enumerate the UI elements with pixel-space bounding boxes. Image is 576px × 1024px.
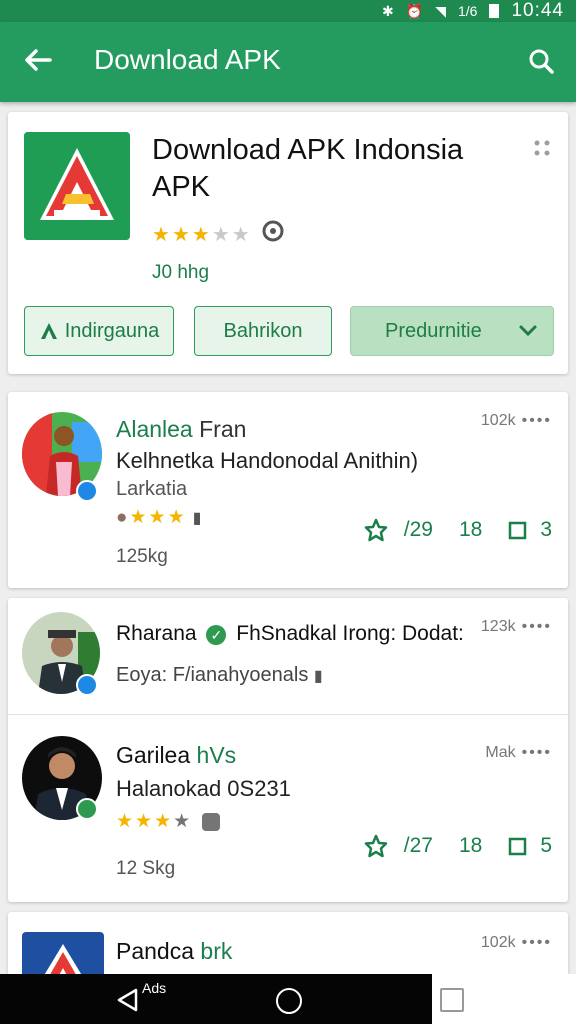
bluetooth-icon: ✱	[382, 2, 394, 19]
star-icon: ★	[116, 811, 134, 832]
item-actions: /27 18 5	[364, 834, 552, 858]
item-meta: 123k ••••	[480, 618, 552, 636]
info-icon[interactable]	[262, 220, 284, 248]
item-size: 12 Skg	[116, 858, 176, 879]
item-name[interactable]: Garilea hVs	[116, 742, 236, 769]
app-header-card: Download APK Indonsia APK ★ ★ ★ ★ ★ J0 h…	[8, 112, 568, 374]
list-card: Rharana ✓ FhSnadkal Irong: Dodat: Eoya: …	[8, 598, 568, 902]
more-options-icon[interactable]: ••••	[522, 618, 552, 636]
item-meta: 102k ••••	[480, 412, 552, 430]
nav-recent-apps-icon[interactable]	[440, 988, 464, 1012]
nav-ads-label: Ads	[142, 980, 167, 996]
star-icon: ★	[171, 223, 190, 246]
user-icon: ●	[116, 506, 128, 528]
dropdown-button[interactable]: Predurnitie	[350, 306, 554, 356]
list-item[interactable]: Alanlea Fran Kelhnetka Handonodal Anithi…	[8, 392, 568, 588]
item-name: Alanlea Fran	[116, 416, 247, 442]
info-icon[interactable]	[202, 812, 221, 831]
verified-badge-icon	[76, 798, 98, 820]
item-subtitle: Kelhnetka Handonodal Anithin)	[116, 448, 419, 473]
star-icon: ★	[167, 507, 185, 528]
share-icon	[509, 837, 527, 856]
status-icons: ✱ ⏰ ◥ 1/6 10:44	[382, 0, 564, 22]
item-category: Larkatia	[116, 478, 188, 500]
item-subtitle: Eoya: F/ianahyoenals ▮	[116, 664, 323, 686]
secondary-button[interactable]: Bahrikon	[194, 306, 332, 356]
star-empty-icon: ★	[211, 223, 230, 246]
item-subtitle: Halanokad 0S231	[116, 776, 291, 801]
app-logo-icon	[24, 132, 130, 240]
verified-badge-icon	[76, 674, 98, 696]
like-button[interactable]: /27	[364, 834, 433, 858]
item-size: 125kg	[116, 546, 168, 567]
comment-count: 18	[458, 518, 483, 541]
rating-stars: ● ★ ★ ★ ▮	[116, 506, 201, 529]
star-outline-icon	[364, 834, 387, 858]
star-icon: ★	[152, 223, 170, 246]
status-bar: ✱ ⏰ ◥ 1/6 10:44	[0, 0, 576, 22]
alarm-icon: ⏰	[405, 2, 424, 19]
battery-icon	[489, 4, 500, 18]
share-button[interactable]: 5	[508, 834, 552, 858]
primary-button[interactable]: Indirgauna	[24, 306, 174, 356]
more-options-icon[interactable]: ••••	[522, 412, 552, 430]
star-icon: ★	[191, 223, 210, 246]
share-button[interactable]: 3	[508, 518, 552, 542]
item-meta: 102k ••••	[480, 934, 552, 952]
verified-badge-icon	[76, 480, 98, 502]
app-bar: Download APK	[0, 22, 576, 102]
star-icon: ★	[135, 811, 153, 832]
status-time: 10:44	[511, 0, 564, 21]
star-empty-icon: ★	[231, 223, 250, 246]
rating-stars: ★ ★ ★ ★	[116, 810, 221, 833]
search-icon[interactable]	[526, 46, 556, 76]
comment-count: 18	[458, 834, 483, 857]
star-outline-icon	[364, 518, 387, 542]
back-arrow-icon[interactable]	[20, 42, 56, 78]
navigation-bar: Ads	[0, 974, 576, 1024]
nav-home-icon[interactable]	[276, 988, 302, 1014]
share-icon	[509, 521, 527, 540]
bookmark-icon[interactable]: ▮	[314, 668, 323, 685]
item-name: Pandca brk	[116, 938, 233, 964]
more-options-icon[interactable]: ••••	[522, 744, 552, 762]
bookmark-icon[interactable]: ▮	[193, 508, 202, 528]
star-icon: ★	[129, 507, 147, 528]
rating-stars: ★ ★ ★ ★ ★	[152, 220, 284, 248]
secondary-button-label: Bahrikon	[223, 319, 303, 342]
item-name[interactable]: Rharana ✓ FhSnadkal Irong: Dodat:	[116, 622, 464, 646]
app-size: J0 hhg	[152, 262, 210, 283]
page-title: Download APK	[94, 44, 281, 75]
item-meta: Mak ••••	[485, 744, 552, 762]
nav-back-icon[interactable]	[114, 986, 142, 1014]
divider	[8, 714, 568, 715]
item-actions: /29 18 3	[364, 518, 552, 542]
more-options-icon[interactable]: ••••	[522, 934, 552, 952]
app-title: Download APK Indonsia APK	[152, 134, 464, 203]
wifi-icon: ◥	[435, 2, 446, 19]
signal-text: 1/6	[457, 3, 478, 19]
like-button[interactable]: /29	[364, 518, 433, 542]
star-empty-icon: ★	[173, 811, 191, 832]
star-icon: ★	[148, 507, 166, 528]
star-icon: ★	[154, 811, 172, 832]
check-circle-icon: ✓	[206, 625, 227, 645]
a-logo-icon	[40, 323, 57, 339]
chevron-down-icon	[519, 325, 537, 337]
dropdown-button-label: Predurnitie	[385, 319, 482, 342]
more-options-icon[interactable]	[532, 138, 552, 158]
primary-button-label: Indirgauna	[64, 319, 160, 342]
